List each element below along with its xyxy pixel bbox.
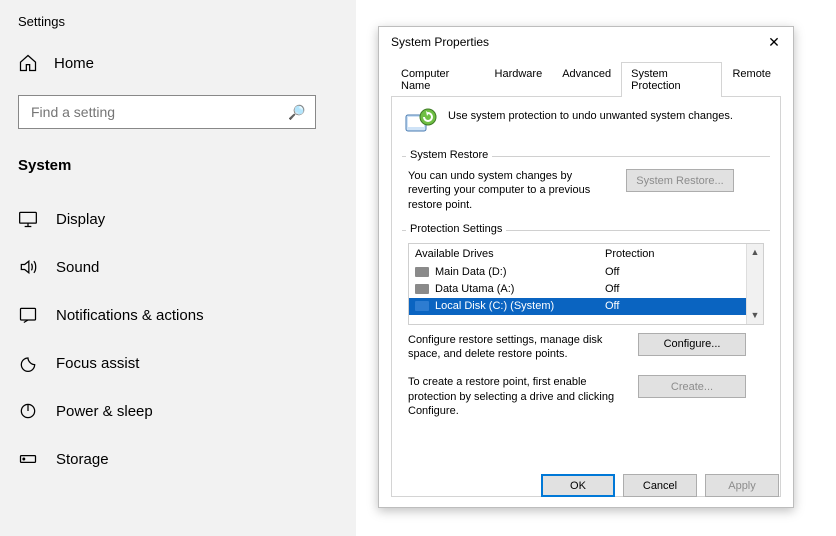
tab-hardware[interactable]: Hardware: [485, 62, 553, 97]
col-protection: Protection: [605, 248, 757, 260]
display-icon: [18, 209, 38, 229]
drive-protection: Off: [605, 266, 757, 278]
drive-icon: [415, 301, 429, 311]
tab-advanced[interactable]: Advanced: [552, 62, 621, 97]
drive-row[interactable]: Local Disk (C:) (System) Off: [409, 298, 763, 315]
tab-strip: Computer Name Hardware Advanced System P…: [391, 61, 781, 97]
drive-icon: [415, 284, 429, 294]
storage-icon: [18, 449, 38, 469]
nav-notifications[interactable]: Notifications & actions: [18, 300, 338, 330]
configure-text: Configure restore settings, manage disk …: [408, 333, 628, 362]
drive-name: Local Disk (C:) (System): [435, 300, 554, 312]
scroll-up-icon[interactable]: ▲: [747, 244, 763, 261]
cancel-button[interactable]: Cancel: [623, 474, 697, 497]
apply-button[interactable]: Apply: [705, 474, 779, 497]
close-button[interactable]: ✕: [765, 34, 783, 51]
drive-protection: Off: [605, 283, 757, 295]
nav-display[interactable]: Display: [18, 204, 338, 234]
system-protection-panel: Use system protection to undo unwanted s…: [391, 97, 781, 497]
dialog-footer: OK Cancel Apply: [541, 474, 779, 497]
nav-label: Display: [56, 211, 105, 228]
nav-label: Sound: [56, 259, 99, 276]
tab-system-protection[interactable]: System Protection: [621, 62, 722, 97]
nav-label: Notifications & actions: [56, 307, 204, 324]
system-properties-dialog: System Properties ✕ Computer Name Hardwa…: [378, 26, 794, 508]
intro-text: Use system protection to undo unwanted s…: [448, 107, 733, 122]
settings-title: Settings: [18, 14, 338, 29]
nav-sound[interactable]: Sound: [18, 252, 338, 282]
settings-panel: Settings Home 🔍 System Display Sound Not…: [0, 0, 356, 536]
scrollbar[interactable]: ▲ ▼: [746, 244, 763, 324]
focus-assist-icon: [18, 353, 38, 373]
ok-button[interactable]: OK: [541, 474, 615, 497]
drive-protection: Off: [605, 300, 757, 312]
drives-list[interactable]: Available Drives Protection Main Data (D…: [408, 243, 764, 325]
nav-label: Storage: [56, 451, 109, 468]
system-restore-legend: System Restore: [406, 149, 492, 161]
drive-row[interactable]: Data Utama (A:) Off: [409, 281, 763, 298]
shield-restore-icon: [402, 107, 438, 142]
col-available-drives: Available Drives: [415, 248, 605, 260]
drive-name: Main Data (D:): [435, 266, 507, 278]
home-nav[interactable]: Home: [18, 53, 338, 73]
search-icon: 🔍: [288, 104, 305, 121]
protection-settings-legend: Protection Settings: [406, 223, 506, 235]
drive-icon: [415, 267, 429, 277]
section-header: System: [18, 157, 338, 174]
home-label: Home: [54, 55, 94, 72]
protection-settings-group: Protection Settings Available Drives Pro…: [402, 230, 770, 422]
create-text: To create a restore point, first enable …: [408, 375, 628, 418]
scroll-down-icon[interactable]: ▼: [747, 307, 763, 324]
home-icon: [18, 53, 38, 73]
tab-computer-name[interactable]: Computer Name: [391, 62, 485, 97]
nav-focus-assist[interactable]: Focus assist: [18, 348, 338, 378]
settings-search[interactable]: 🔍: [18, 95, 316, 129]
drive-row[interactable]: Main Data (D:) Off: [409, 264, 763, 281]
nav-power-sleep[interactable]: Power & sleep: [18, 396, 338, 426]
system-restore-button[interactable]: System Restore...: [626, 169, 734, 192]
configure-button[interactable]: Configure...: [638, 333, 746, 356]
notifications-icon: [18, 305, 38, 325]
drive-name: Data Utama (A:): [435, 283, 514, 295]
system-restore-text: You can undo system changes by reverting…: [408, 169, 616, 212]
power-icon: [18, 401, 38, 421]
search-input[interactable]: [29, 103, 269, 121]
nav-label: Power & sleep: [56, 403, 153, 420]
nav-storage[interactable]: Storage: [18, 444, 338, 474]
nav-label: Focus assist: [56, 355, 139, 372]
sound-icon: [18, 257, 38, 277]
dialog-title: System Properties: [391, 35, 489, 49]
system-restore-group: System Restore You can undo system chang…: [402, 156, 770, 220]
dialog-titlebar: System Properties ✕: [379, 27, 793, 57]
tab-remote[interactable]: Remote: [722, 62, 781, 97]
create-button[interactable]: Create...: [638, 375, 746, 398]
